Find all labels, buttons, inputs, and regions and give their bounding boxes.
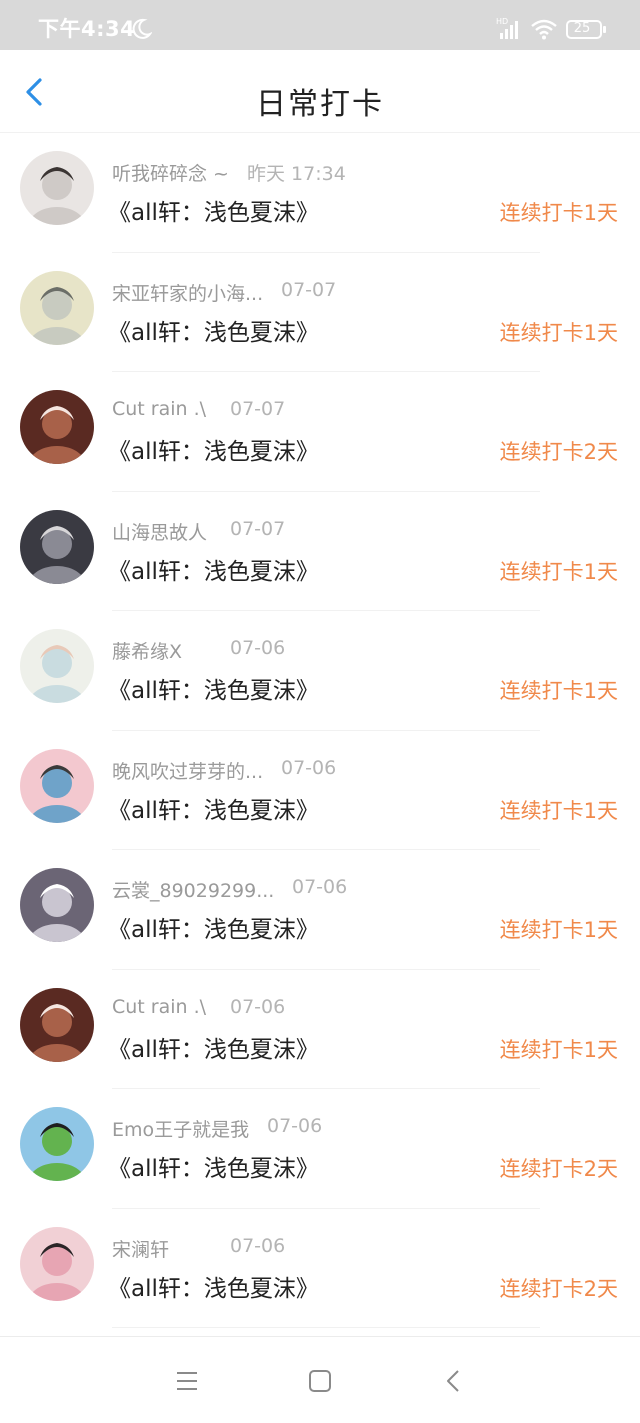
avatar[interactable]: [20, 748, 94, 823]
checkin-row[interactable]: Cut rain .\ 07-06 《all轩：浅色夏沫》 连续打卡1天: [0, 970, 640, 1090]
streak-label: 连续打卡2天: [499, 1157, 618, 1181]
avatar[interactable]: [20, 1226, 94, 1301]
checkin-time: 07-06: [230, 1234, 286, 1257]
home-square-icon: [309, 1370, 331, 1392]
streak-label: 连续打卡1天: [499, 320, 618, 345]
moon-icon: [132, 18, 152, 39]
avatar-image: [20, 868, 94, 942]
avatar-image: [20, 1107, 94, 1181]
menu-icon: [177, 1372, 197, 1390]
wifi-icon: [531, 19, 557, 40]
checkin-meta: 听我碎碎念 ~ 昨天 17:34: [112, 159, 346, 186]
checkin-time: 07-06: [281, 756, 337, 779]
header: 日常打卡: [0, 50, 640, 133]
checkin-list: 听我碎碎念 ~ 昨天 17:34 《all轩：浅色夏沫》 连续打卡1天 宋亚轩家…: [0, 133, 640, 1328]
checkin-meta: 山海思故人 07-07: [112, 518, 285, 545]
username[interactable]: Emo王子就是我: [112, 1115, 249, 1142]
streak-label: 连续打卡1天: [499, 918, 618, 942]
avatar-image: [20, 748, 94, 823]
avatar[interactable]: [20, 868, 94, 942]
checkin-meta: 晚风吹过芽芽的... 07-06: [112, 757, 336, 784]
username[interactable]: 听我碎碎念 ~: [112, 159, 229, 186]
book-title[interactable]: 《all轩：浅色夏沫》: [108, 1149, 319, 1183]
avatar-image: [20, 509, 94, 584]
checkin-time: 07-07: [281, 278, 337, 301]
avatar[interactable]: [20, 270, 94, 345]
checkin-meta: 宋澜轩 07-06: [112, 1235, 285, 1262]
checkin-meta: Emo王子就是我 07-06: [112, 1115, 322, 1142]
avatar-image: [20, 629, 94, 703]
streak-label: 连续打卡1天: [499, 559, 618, 584]
username[interactable]: 藤希缘X: [112, 637, 182, 664]
streak-label: 连续打卡1天: [499, 679, 618, 703]
svg-text:HD: HD: [496, 17, 508, 26]
streak-label: 连续打卡1天: [499, 201, 618, 225]
nav-bar: [0, 1336, 640, 1423]
checkin-row[interactable]: 宋亚轩家的小海... 07-07 《all轩：浅色夏沫》 连续打卡1天: [0, 253, 640, 373]
checkin-meta: 宋亚轩家的小海... 07-07: [112, 279, 336, 306]
checkin-time: 07-06: [267, 1115, 323, 1137]
checkin-meta: Cut rain .\ 07-06: [112, 996, 285, 1022]
status-bar: 下午4:34 HD 25: [0, 0, 640, 50]
username[interactable]: Cut rain .\: [112, 996, 206, 1018]
checkin-time: 07-07: [230, 398, 286, 420]
menu-button[interactable]: [173, 1367, 201, 1395]
username[interactable]: 宋亚轩家的小海...: [112, 279, 263, 306]
checkin-time: 07-07: [230, 517, 286, 540]
checkin-time: 昨天 17:34: [247, 163, 346, 185]
avatar[interactable]: [20, 987, 94, 1062]
checkin-row[interactable]: Emo王子就是我 07-06 《all轩：浅色夏沫》 连续打卡2天: [0, 1089, 640, 1209]
book-title[interactable]: 《all轩：浅色夏沫》: [108, 791, 319, 825]
checkin-meta: 云裳_89029299... 07-06: [112, 876, 347, 903]
battery-level: 25: [573, 21, 591, 36]
book-title[interactable]: 《all轩：浅色夏沫》: [108, 552, 319, 586]
username[interactable]: 云裳_89029299...: [112, 876, 274, 903]
avatar[interactable]: [20, 390, 94, 464]
book-title[interactable]: 《all轩：浅色夏沫》: [108, 193, 319, 227]
streak-label: 连续打卡1天: [499, 1037, 618, 1062]
page-title: 日常打卡: [256, 87, 384, 122]
checkin-time: 07-06: [230, 637, 286, 659]
book-title[interactable]: 《all轩：浅色夏沫》: [108, 671, 319, 705]
book-title[interactable]: 《all轩：浅色夏沫》: [108, 1030, 319, 1064]
avatar-image: [20, 270, 94, 345]
system-back-button[interactable]: [440, 1367, 468, 1395]
checkin-time: 07-06: [230, 995, 286, 1018]
checkin-meta: 藤希缘X 07-06: [112, 637, 285, 664]
checkin-row[interactable]: 云裳_89029299... 07-06 《all轩：浅色夏沫》 连续打卡1天: [0, 850, 640, 970]
checkin-row[interactable]: 晚风吹过芽芽的... 07-06 《all轩：浅色夏沫》 连续打卡1天: [0, 731, 640, 851]
home-button[interactable]: [306, 1367, 334, 1395]
checkin-row[interactable]: Cut rain .\ 07-07 《all轩：浅色夏沫》 连续打卡2天: [0, 372, 640, 492]
checkin-meta: Cut rain .\ 07-07: [112, 398, 285, 424]
book-title[interactable]: 《all轩：浅色夏沫》: [108, 313, 319, 347]
book-title[interactable]: 《all轩：浅色夏沫》: [108, 910, 319, 944]
avatar-image: [20, 151, 94, 225]
avatar-image: [20, 390, 94, 464]
checkin-row[interactable]: 宋澜轩 07-06 《all轩：浅色夏沫》 连续打卡2天: [0, 1209, 640, 1329]
checkin-time: 07-06: [292, 876, 348, 898]
streak-label: 连续打卡2天: [499, 440, 618, 464]
avatar[interactable]: [20, 1107, 94, 1181]
username[interactable]: 晚风吹过芽芽的...: [112, 757, 263, 784]
streak-label: 连续打卡2天: [499, 1276, 618, 1301]
book-title[interactable]: 《all轩：浅色夏沫》: [108, 432, 319, 466]
book-title[interactable]: 《all轩：浅色夏沫》: [108, 1269, 319, 1303]
streak-label: 连续打卡1天: [499, 798, 618, 823]
username[interactable]: 山海思故人: [112, 518, 207, 545]
status-time: 下午4:34: [38, 17, 136, 41]
checkin-row[interactable]: 听我碎碎念 ~ 昨天 17:34 《all轩：浅色夏沫》 连续打卡1天: [0, 133, 640, 253]
avatar[interactable]: [20, 509, 94, 584]
avatar[interactable]: [20, 151, 94, 225]
hd-signal-icon: HD: [496, 17, 518, 39]
avatar-image: [20, 987, 94, 1062]
checkin-row[interactable]: 藤希缘X 07-06 《all轩：浅色夏沫》 连续打卡1天: [0, 611, 640, 731]
avatar-image: [20, 1226, 94, 1301]
checkin-row[interactable]: 山海思故人 07-07 《all轩：浅色夏沫》 连续打卡1天: [0, 492, 640, 612]
username[interactable]: 宋澜轩: [112, 1235, 169, 1262]
avatar[interactable]: [20, 629, 94, 703]
username[interactable]: Cut rain .\: [112, 398, 206, 420]
back-triangle-icon: [447, 1370, 459, 1392]
